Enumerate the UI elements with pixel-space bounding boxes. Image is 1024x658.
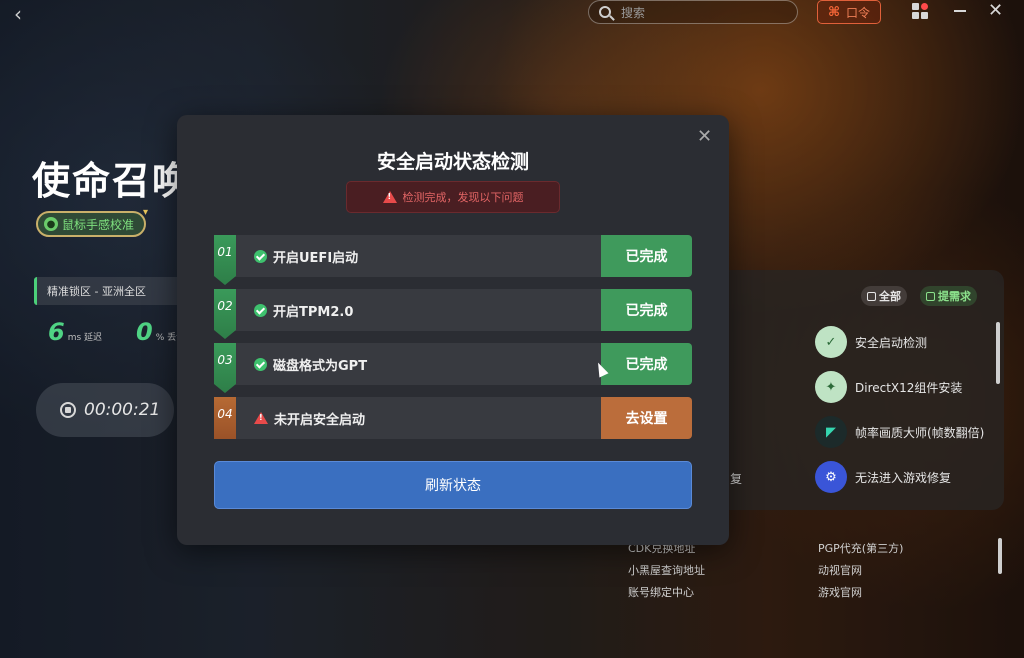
warning-banner: 检测完成，发现以下问题 <box>346 181 560 213</box>
check-icon <box>254 303 267 317</box>
step-secure-boot: 04 未开启安全启动 去设置 <box>214 397 692 439</box>
request-chip[interactable]: 提需求 <box>920 286 977 306</box>
step-label-wrap: 磁盘格式为GPT <box>254 343 367 385</box>
step-number: 03 <box>214 343 236 393</box>
step-label: 开启TPM2.0 <box>273 304 354 320</box>
stop-icon <box>60 402 76 418</box>
latency-value: 6 <box>48 318 65 346</box>
back-button[interactable]: ‹ <box>14 2 22 26</box>
modal-title: 安全启动状态检测 <box>376 151 529 173</box>
warning-icon <box>382 191 397 203</box>
chip-request-label: 提需求 <box>938 290 971 303</box>
step-number: 04 <box>214 397 236 439</box>
step-label: 未开启安全启动 <box>274 412 366 428</box>
step-number: 01 <box>214 235 236 285</box>
package-icon: ✦ <box>815 371 847 403</box>
tools-scrollbar[interactable] <box>996 322 1000 384</box>
loss-value: 0 <box>136 318 153 346</box>
acceleration-timer[interactable]: 00:00:21 <box>36 383 174 437</box>
links-scrollbar[interactable] <box>998 538 1002 574</box>
crown-icon: ▾ <box>142 207 149 218</box>
search-icon <box>599 6 611 18</box>
tool-label: 安全启动检测 <box>855 335 928 350</box>
step-label: 开启UEFI启动 <box>273 250 359 266</box>
step-uefi: 01 开启UEFI启动 已完成 <box>214 235 692 285</box>
check-icon <box>254 357 267 371</box>
close-icon[interactable]: ✕ <box>697 126 712 147</box>
tool-label: DirectX12组件安装 <box>855 380 963 395</box>
kouling-button[interactable]: ⌘ 口令 <box>817 0 881 24</box>
grid-icon <box>867 291 876 301</box>
chevron-left-icon: ‹ <box>14 2 22 26</box>
alert-icon <box>254 412 268 424</box>
step-label-wrap: 未开启安全启动 <box>254 397 365 439</box>
tool-secure-boot-check[interactable]: ✓ 安全启动检测 <box>815 326 927 358</box>
region-selector[interactable]: 精准锁区 - 亚洲全区 <box>34 277 184 305</box>
latency-stat: 6 ms 延迟 <box>48 318 102 346</box>
tool-label: 无法进入游戏修复 <box>855 470 952 485</box>
fps-icon: ◤ <box>815 416 847 448</box>
link-pgp-recharge[interactable]: PGP代充(第三方) <box>818 540 903 556</box>
minimize-icon[interactable] <box>954 10 966 12</box>
latency-unit: ms 延迟 <box>67 333 103 343</box>
mouse-calibration-badge[interactable]: ● 鼠标手感校准 ▾ <box>36 207 148 237</box>
step-label-wrap: 开启UEFI启动 <box>254 235 358 277</box>
repair-icon: ⚙ <box>815 461 847 493</box>
calibration-label: 鼠标手感校准 <box>62 217 135 232</box>
tool-directx12-install[interactable]: ✦ DirectX12组件安装 <box>815 371 962 403</box>
filter-all-chip[interactable]: 全部 <box>861 286 907 306</box>
tool-label: 帧率画质大师(帧数翻倍) <box>855 425 985 440</box>
apps-icon[interactable] <box>912 3 928 19</box>
kouling-label: 口令 <box>846 5 871 20</box>
game-title: 使命召唤 <box>32 159 193 203</box>
chip-all-label: 全部 <box>879 290 901 303</box>
search-input[interactable]: 搜索 <box>588 0 798 24</box>
link-game-site[interactable]: 游戏官网 <box>818 584 862 600</box>
link-account-binding[interactable]: 账号绑定中心 <box>628 584 694 600</box>
warning-text: 检测完成，发现以下问题 <box>402 191 524 204</box>
refresh-status-button[interactable]: 刷新状态 <box>214 461 692 509</box>
check-icon <box>254 249 267 263</box>
close-window-icon[interactable]: ✕ <box>988 0 1003 21</box>
link-blacklist-query[interactable]: 小黑屋查询地址 <box>628 562 705 578</box>
step-tpm: 02 开启TPM2.0 已完成 <box>214 289 692 339</box>
partial-tool-label: 复 <box>730 472 743 486</box>
go-settings-button[interactable]: 去设置 <box>601 397 692 439</box>
link-activision[interactable]: 动视官网 <box>818 562 862 578</box>
request-icon <box>926 291 935 301</box>
step-number: 02 <box>214 289 236 339</box>
shield-check-icon: ✓ <box>815 326 847 358</box>
tool-fps-master[interactable]: ◤ 帧率画质大师(帧数翻倍) <box>815 416 984 448</box>
step-status-done-button[interactable]: 已完成 <box>601 235 692 277</box>
mouse-icon: ● <box>44 217 58 231</box>
search-placeholder: 搜索 <box>621 5 646 20</box>
region-label: 精准锁区 - 亚洲全区 <box>47 285 146 298</box>
step-status-done-button[interactable]: 已完成 <box>601 343 692 385</box>
step-status-done-button[interactable]: 已完成 <box>601 289 692 331</box>
tool-game-repair[interactable]: ⚙ 无法进入游戏修复 <box>815 461 951 493</box>
step-label: 磁盘格式为GPT <box>273 358 368 374</box>
step-gpt: 03 磁盘格式为GPT 已完成 <box>214 343 692 393</box>
timer-text: 00:00:21 <box>84 400 161 420</box>
kouling-icon: ⌘ <box>827 4 841 20</box>
step-label-wrap: 开启TPM2.0 <box>254 289 353 331</box>
